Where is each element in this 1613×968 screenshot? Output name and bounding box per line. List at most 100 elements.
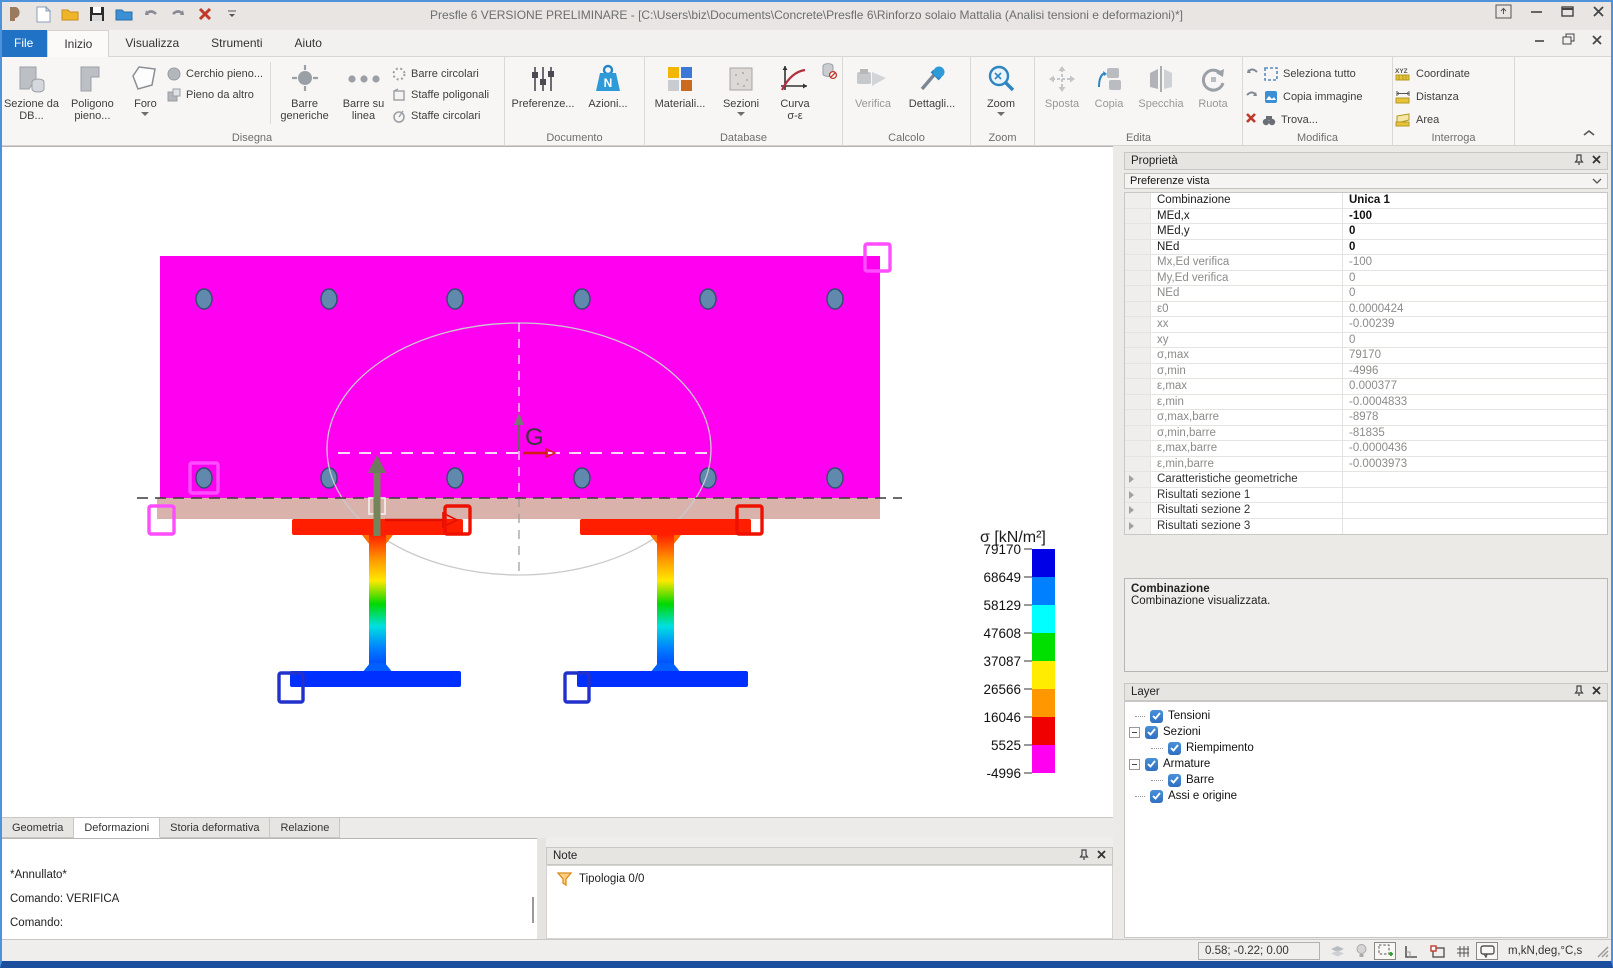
db-remove-icon[interactable] [821, 62, 837, 85]
property-row[interactable]: CombinazioneUnica 1 [1125, 193, 1607, 209]
command-scrollbar[interactable] [532, 897, 534, 923]
layer-item-riempimento[interactable]: Riempimento [1151, 740, 1254, 756]
barre-generiche-button[interactable]: Barre generiche [274, 60, 335, 130]
pin-icon[interactable] [1574, 685, 1584, 700]
tab-aiuto[interactable]: Aiuto [279, 30, 338, 57]
checkbox-checked-icon[interactable] [1168, 774, 1181, 787]
command-panel[interactable]: *Annullato* Comando: VERIFICA Comando: [2, 838, 537, 939]
tab-strumenti[interactable]: Strumenti [195, 30, 278, 57]
add-selection-status-button[interactable] [1374, 942, 1396, 960]
property-group-row[interactable]: Caratteristiche geometriche [1125, 472, 1607, 488]
area-button[interactable]: Area [1395, 110, 1511, 129]
view-preferences-combo[interactable]: Preferenze vista [1124, 173, 1608, 189]
snap-rect-status-button[interactable] [1426, 942, 1448, 960]
ortho-status-button[interactable] [1400, 942, 1422, 960]
layer-item-tensioni[interactable]: Tensioni [1135, 708, 1210, 724]
tab-relazione[interactable]: Relazione [270, 818, 340, 838]
checkbox-checked-icon[interactable] [1145, 758, 1158, 771]
undo-small-button[interactable] [1245, 66, 1259, 81]
poligono-pieno-button[interactable]: Poligono pieno... [61, 60, 124, 130]
barre-su-linea-button[interactable]: Barre su linea [335, 60, 392, 130]
resize-grip[interactable] [1595, 944, 1609, 961]
dettagli-button[interactable]: Dettagli... [901, 60, 963, 130]
property-row[interactable]: NEd0 [1125, 240, 1607, 256]
materiali-button[interactable]: Materiali... [647, 60, 713, 130]
lightbulb-status-button[interactable] [1350, 942, 1372, 960]
bottom-splitter[interactable] [537, 838, 546, 939]
minimize-button[interactable] [1530, 5, 1543, 23]
close-icon[interactable] [1097, 850, 1106, 862]
close-button[interactable] [1592, 5, 1605, 23]
doc-close-button[interactable] [1591, 33, 1603, 51]
concrete-slab[interactable] [160, 256, 880, 498]
note-item[interactable]: Tipologia 0/0 [547, 866, 1112, 886]
grid-status-button[interactable] [1452, 942, 1474, 960]
tab-deformazioni[interactable]: Deformazioni [74, 818, 160, 838]
steel-beam-right[interactable] [577, 519, 751, 687]
checkbox-checked-icon[interactable] [1145, 726, 1158, 739]
copia-immagine-button[interactable]: Copia immagine [1264, 90, 1362, 104]
sezione-da-db-button[interactable]: Sezione da DB... [2, 60, 61, 130]
coordinate-button[interactable]: XYZ Coordinate [1395, 64, 1511, 83]
azioni-button[interactable]: N Azioni... [579, 60, 637, 130]
property-group-row[interactable]: Risultati sezione 3 [1125, 519, 1607, 535]
layer-item-assi-e-origine[interactable]: Assi e origine [1135, 788, 1237, 804]
redo-button[interactable] [168, 4, 188, 24]
preferenze-button[interactable]: Preferenze... [507, 60, 579, 130]
trova-button[interactable]: Trova... [1262, 114, 1318, 126]
cancel-small-button[interactable] [1245, 112, 1257, 127]
close-icon[interactable] [1592, 686, 1601, 698]
tab-geometria[interactable]: Geometria [2, 818, 74, 838]
barre-circolari-button[interactable]: Barre circolari [392, 64, 502, 83]
pin-icon[interactable] [1574, 154, 1584, 169]
property-row[interactable]: MEd,y0 [1125, 224, 1607, 240]
sezioni-button[interactable]: Sezioni [713, 60, 769, 130]
expand-icon[interactable] [1129, 491, 1134, 499]
tab-visualizza[interactable]: Visualizza [109, 30, 195, 57]
distanza-button[interactable]: Distanza [1395, 87, 1511, 106]
foro-dropdown-arrow[interactable] [141, 112, 149, 116]
staffe-circolari-button[interactable]: Staffe circolari [392, 106, 502, 125]
property-row[interactable]: MEd,x-100 [1125, 209, 1607, 225]
layer-item-barre[interactable]: Barre [1151, 772, 1214, 788]
pin-icon[interactable] [1079, 849, 1089, 864]
open-button[interactable] [60, 4, 80, 24]
layers-status-button[interactable] [1326, 942, 1348, 960]
doc-minimize-button[interactable] [1534, 33, 1546, 51]
new-file-button[interactable] [33, 4, 53, 24]
steel-beam-left[interactable] [290, 519, 463, 687]
tab-file[interactable]: File [0, 30, 47, 57]
layer-item-sezioni[interactable]: Sezioni [1129, 724, 1201, 740]
redo-small-button[interactable] [1245, 89, 1259, 104]
staffe-poligonali-button[interactable]: Staffe poligonali [392, 85, 502, 104]
pieno-da-altro-button[interactable]: Pieno da altro [167, 85, 269, 104]
save-button[interactable] [87, 4, 107, 24]
property-group-row[interactable]: Risultati sezione 1 [1125, 488, 1607, 504]
checkbox-checked-icon[interactable] [1150, 710, 1163, 723]
tab-inizio[interactable]: Inizio [47, 30, 109, 57]
tab-storia-deformativa[interactable]: Storia deformativa [160, 818, 270, 838]
import-button[interactable] [114, 4, 134, 24]
zoom-dropdown-arrow[interactable] [997, 112, 1005, 116]
collapse-icon[interactable] [1129, 759, 1140, 770]
property-group-row[interactable]: Risultati sezione 2 [1125, 503, 1607, 519]
curva-sigma-eps-button[interactable]: Curva σ-ε [769, 60, 821, 130]
tooltip-status-button[interactable] [1476, 942, 1498, 960]
expand-icon[interactable] [1129, 522, 1134, 530]
ribbon-collapse-button[interactable] [1583, 124, 1595, 142]
sezioni-dropdown-arrow[interactable] [737, 112, 745, 116]
expand-icon[interactable] [1129, 506, 1134, 514]
doc-restore-button[interactable] [1562, 33, 1575, 51]
zoom-button[interactable]: Zoom [973, 60, 1029, 130]
ribbon-display-options-button[interactable] [1495, 4, 1512, 24]
undo-button[interactable] [141, 4, 161, 24]
checkbox-checked-icon[interactable] [1168, 742, 1181, 755]
cerchio-pieno-button[interactable]: Cerchio pieno... [167, 64, 269, 83]
seleziona-tutto-button[interactable]: Seleziona tutto [1264, 67, 1356, 81]
expand-icon[interactable] [1129, 475, 1134, 483]
maximize-button[interactable] [1561, 5, 1574, 23]
drawing-canvas[interactable]: G σ [kN/m²] [2, 146, 1113, 817]
checkbox-checked-icon[interactable] [1150, 790, 1163, 803]
collapse-icon[interactable] [1129, 727, 1140, 738]
foro-button[interactable]: Foro [124, 60, 167, 130]
